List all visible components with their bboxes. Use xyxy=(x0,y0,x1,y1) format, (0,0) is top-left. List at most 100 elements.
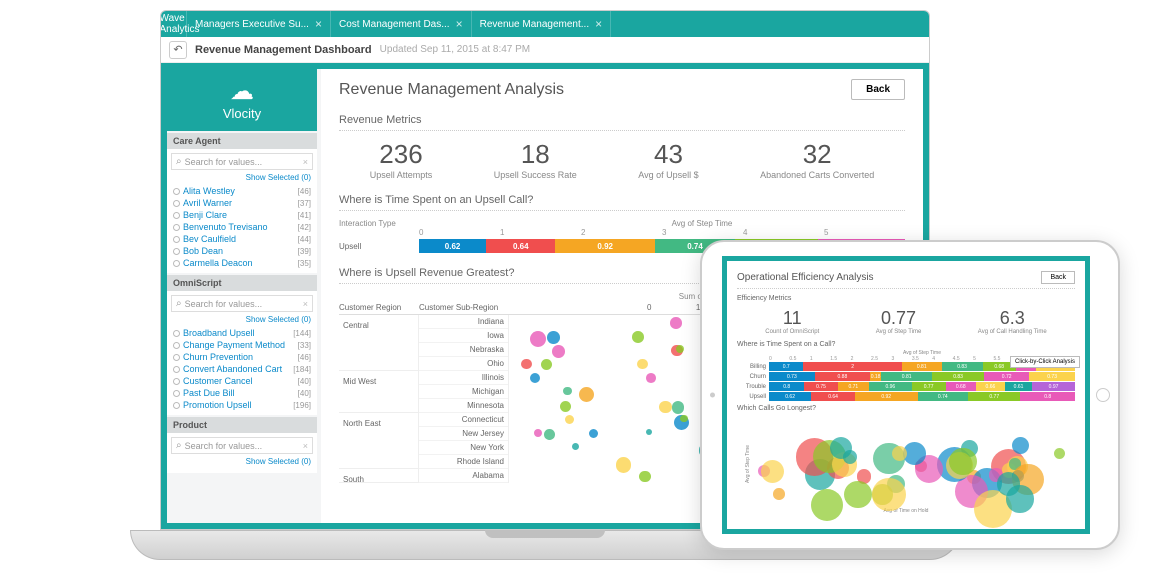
radio-icon xyxy=(173,224,180,231)
radio-icon xyxy=(173,248,180,255)
content-title: Revenue Management Analysis xyxy=(339,81,564,99)
filter-item[interactable]: Bob Dean[39] xyxy=(171,245,313,257)
clear-icon[interactable]: × xyxy=(303,299,308,309)
metric-avg-upsell: 43Avg of Upsell $ xyxy=(638,139,698,180)
radio-icon xyxy=(173,354,180,361)
filter-item-count: [35] xyxy=(298,259,311,268)
back-button[interactable]: Back xyxy=(851,79,905,100)
filter-title: Care Agent xyxy=(167,133,317,149)
filter-item-count: [44] xyxy=(298,235,311,244)
radio-icon xyxy=(173,402,180,409)
filter-item-name: Benji Clare xyxy=(183,210,227,220)
filter-item-count: [144] xyxy=(293,329,311,338)
tab-label: Cost Management Das... xyxy=(339,19,450,30)
click-analysis-button[interactable]: Click-by-Click Analysis xyxy=(1010,356,1080,368)
filter-item-count: [42] xyxy=(298,223,311,232)
radio-icon xyxy=(173,260,180,267)
tablet-title: Operational Efficiency Analysis xyxy=(737,272,874,283)
bubble-chart[interactable]: Avg of Step Time xyxy=(737,416,1075,506)
filter-item[interactable]: Bev Caulfield [44] xyxy=(171,233,313,245)
back-button[interactable]: Back xyxy=(1041,271,1075,284)
search-icon: ⌕ xyxy=(176,298,182,309)
filter-item[interactable]: Convert Abandoned Cart[184] xyxy=(171,363,313,375)
filter-item[interactable]: Customer Cancel[40] xyxy=(171,375,313,387)
search-input[interactable]: ⌕ Search for values... × xyxy=(171,437,313,454)
laptop-notch xyxy=(485,530,605,538)
tab-item[interactable]: Revenue Management... × xyxy=(472,11,612,37)
tab-item[interactable]: Cost Management Das... × xyxy=(331,11,472,37)
filter-item[interactable]: Past Due Bill [40] xyxy=(171,387,313,399)
show-selected-link[interactable]: Show Selected (0) xyxy=(171,454,313,469)
filter-item-name: Change Payment Method xyxy=(183,340,285,350)
tab-label: Managers Executive Su... xyxy=(195,19,309,30)
filter-item-count: [46] xyxy=(298,353,311,362)
filter-item-name: Avril Warner xyxy=(183,198,232,208)
radio-icon xyxy=(173,378,180,385)
back-arrow-button[interactable]: ↶ xyxy=(169,41,187,59)
tab-item[interactable]: Managers Executive Su... × xyxy=(187,11,331,37)
search-input[interactable]: ⌕ Search for values... × xyxy=(171,153,313,170)
section-title: Which Calls Go Longest? xyxy=(737,405,1075,412)
filter-item[interactable]: Alita Westley[46] xyxy=(171,185,313,197)
close-icon[interactable]: × xyxy=(315,17,322,31)
radio-icon xyxy=(173,236,180,243)
filter-item[interactable]: Benji Clare [41] xyxy=(171,209,313,221)
radio-icon xyxy=(173,330,180,337)
search-placeholder: Search for values... xyxy=(185,157,263,167)
brand-name: Vlocity xyxy=(167,106,317,121)
tab-bar: ◐ Wave Analytics Managers Executive Su..… xyxy=(161,11,929,37)
filter-item[interactable]: Broadband Upsell [144] xyxy=(171,327,313,339)
filter-item-count: [37] xyxy=(298,199,311,208)
filter-item-count: [40] xyxy=(298,389,311,398)
tab-home[interactable]: ◐ Wave Analytics xyxy=(161,11,187,37)
dashboard-header: ↶ Revenue Management Dashboard Updated S… xyxy=(161,37,929,63)
filter-item[interactable]: Churn Prevention [46] xyxy=(171,351,313,363)
metric-abandoned: 32Abandoned Carts Converted xyxy=(760,139,874,180)
filter-item-count: [46] xyxy=(298,187,311,196)
section-title: Where is Time Spent on a Call? xyxy=(737,341,1075,348)
close-icon[interactable]: × xyxy=(595,17,602,31)
show-selected-link[interactable]: Show Selected (0) xyxy=(171,312,313,327)
tablet-frame: Operational Efficiency Analysis Back Eff… xyxy=(700,240,1120,550)
filter-item[interactable]: Change Payment Method [33] xyxy=(171,339,313,351)
close-icon[interactable]: × xyxy=(456,17,463,31)
filter-item-name: Churn Prevention xyxy=(183,352,253,362)
filter-care-agent: Care Agent ⌕ Search for values... × Show… xyxy=(167,133,317,273)
filter-item-name: Customer Cancel xyxy=(183,376,253,386)
filter-item-name: Bev Caulfield xyxy=(183,234,236,244)
clear-icon[interactable]: × xyxy=(303,441,308,451)
section-title: Revenue Metrics xyxy=(339,114,905,126)
tablet-camera xyxy=(710,393,715,398)
metric-upsell-attempts: 236Upsell Attempts xyxy=(370,139,433,180)
cloud-icon: ☁ xyxy=(167,77,317,106)
filter-item-name: Carmella Deacon xyxy=(183,258,253,268)
search-icon: ⌕ xyxy=(176,156,182,167)
radio-icon xyxy=(173,188,180,195)
filter-item-count: [33] xyxy=(298,341,311,350)
filter-item-name: Broadband Upsell xyxy=(183,328,255,338)
tablet-screen: Operational Efficiency Analysis Back Eff… xyxy=(722,256,1090,534)
filter-item[interactable]: Benvenuto Trevisano [42] xyxy=(171,221,313,233)
filter-title: OmniScript xyxy=(167,275,317,291)
filter-item[interactable]: Promotion Upsell[196] xyxy=(171,399,313,411)
filter-item-name: Past Due Bill xyxy=(183,388,235,398)
section-title: Efficiency Metrics xyxy=(737,295,1075,302)
radio-icon xyxy=(173,200,180,207)
filter-item[interactable]: Carmella Deacon [35] xyxy=(171,257,313,269)
filter-item-count: [39] xyxy=(298,247,311,256)
page-title: Revenue Management Dashboard xyxy=(195,44,372,56)
filter-title: Product xyxy=(167,417,317,433)
metrics-row: 236Upsell Attempts 18Upsell Success Rate… xyxy=(339,139,905,180)
sidebar: ☁ Vlocity Care Agent ⌕ Search for values… xyxy=(167,69,317,523)
clear-icon[interactable]: × xyxy=(303,157,308,167)
tab-label: Revenue Management... xyxy=(480,19,590,30)
radio-icon xyxy=(173,342,180,349)
bar-row-label: Upsell xyxy=(339,242,419,251)
logo-box: ☁ Vlocity xyxy=(167,69,317,131)
show-selected-link[interactable]: Show Selected (0) xyxy=(171,170,313,185)
filter-item-name: Benvenuto Trevisano xyxy=(183,222,268,232)
filter-item-count: [41] xyxy=(298,211,311,220)
search-input[interactable]: ⌕ Search for values... × xyxy=(171,295,313,312)
tablet-home-button xyxy=(1096,388,1110,402)
filter-item[interactable]: Avril Warner [37] xyxy=(171,197,313,209)
